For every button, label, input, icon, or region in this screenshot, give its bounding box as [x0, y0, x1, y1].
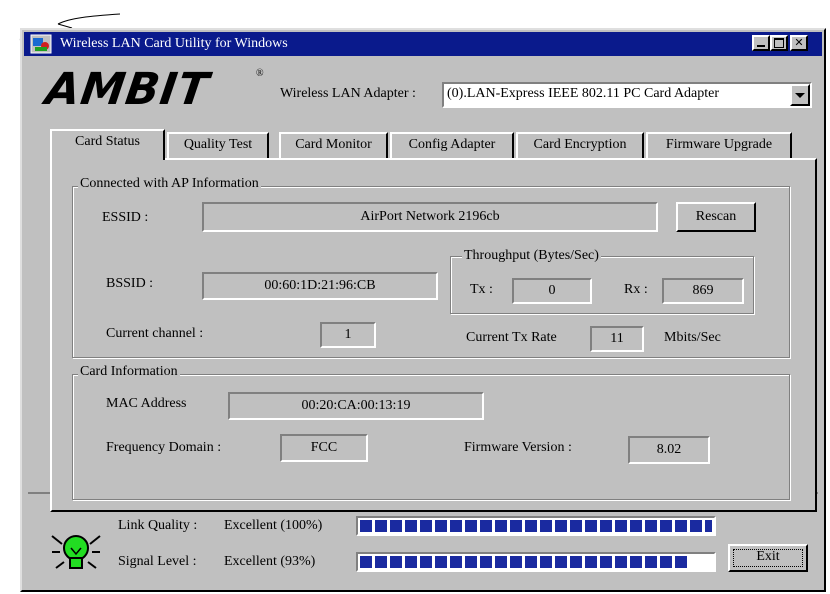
tab-quality-test[interactable]: Quality Test [167, 132, 269, 158]
tab-label: Firmware Upgrade [665, 137, 773, 152]
tx-rate-unit: Mbits/Sec [664, 330, 721, 345]
channel-value: 1 [320, 322, 376, 348]
tx-value: 0 [512, 278, 592, 304]
rescan-button[interactable]: Rescan [676, 202, 756, 232]
adapter-label: Wireless LAN Adapter : [280, 86, 416, 101]
link-quality-bar [356, 516, 716, 536]
bssid-value: 00:60:1D:21:96:CB [202, 272, 438, 300]
essid-value: AirPort Network 2196cb [202, 202, 658, 232]
main-window: Wireless LAN Card Utility for Windows ✕ … [20, 28, 826, 592]
ambit-logo: AMBIT [42, 64, 212, 115]
tab-card-encryption[interactable]: Card Encryption [516, 132, 644, 158]
mac-label: MAC Address [106, 396, 187, 411]
minimize-icon [757, 45, 765, 47]
rx-value: 869 [662, 278, 744, 304]
link-bulb-icon [50, 530, 102, 574]
card-status-panel: Connected with AP Information ESSID : Ai… [50, 158, 817, 512]
exit-button[interactable]: Exit [728, 544, 808, 572]
tab-label: Card Encryption [533, 137, 627, 152]
freq-label: Frequency Domain : [106, 440, 222, 455]
app-icon[interactable] [30, 34, 52, 54]
ap-info-title: Connected with AP Information [78, 176, 261, 192]
bssid-label: BSSID : [106, 276, 154, 291]
tx-rate-label: Current Tx Rate [466, 330, 557, 345]
adapter-select[interactable]: (0).LAN-Express IEEE 802.11 PC Card Adap… [442, 82, 812, 108]
link-quality-value: Excellent (100%) [224, 518, 323, 533]
link-quality-fill [360, 520, 712, 532]
mac-value: 00:20:CA:00:13:19 [228, 392, 484, 420]
tab-label: Quality Test [183, 137, 253, 152]
channel-label: Current channel : [106, 326, 204, 341]
close-button[interactable]: ✕ [790, 35, 808, 51]
tab-card-status[interactable]: Card Status [50, 129, 165, 160]
window-title: Wireless LAN Card Utility for Windows [60, 36, 288, 51]
title-bar[interactable]: Wireless LAN Card Utility for Windows ✕ [24, 32, 822, 56]
firmware-value: 8.02 [628, 436, 710, 464]
freq-value: FCC [280, 434, 368, 462]
tx-rate-value: 11 [590, 326, 644, 352]
tab-label: Card Status [75, 134, 140, 149]
essid-label: ESSID : [102, 210, 149, 225]
link-quality-label: Link Quality : [118, 518, 198, 533]
registered-mark: ® [256, 68, 264, 79]
close-icon: ✕ [794, 36, 804, 49]
logo-text: AMBIT [42, 64, 213, 115]
rescan-label: Rescan [695, 209, 737, 224]
signal-level-label: Signal Level : [118, 554, 197, 569]
tab-label: Card Monitor [295, 137, 372, 152]
rx-label: Rx : [624, 282, 648, 297]
tab-label: Config Adapter [408, 137, 496, 152]
adapter-dropdown-button[interactable] [790, 84, 810, 106]
exit-label: Exit [756, 549, 780, 564]
signal-level-value: Excellent (93%) [224, 554, 316, 569]
signal-level-fill [360, 556, 688, 568]
tx-label: Tx : [470, 282, 493, 297]
maximize-icon [774, 38, 784, 48]
signal-level-bar [356, 552, 716, 572]
tab-firmware-upgrade[interactable]: Firmware Upgrade [646, 132, 792, 158]
maximize-button[interactable] [770, 35, 788, 51]
firmware-label: Firmware Version : [464, 440, 572, 455]
card-info-title: Card Information [78, 364, 180, 380]
minimize-button[interactable] [752, 35, 770, 51]
throughput-title: Throughput (Bytes/Sec) [462, 248, 601, 264]
tab-config-adapter[interactable]: Config Adapter [390, 132, 514, 158]
chevron-down-icon [795, 93, 805, 98]
tab-card-monitor[interactable]: Card Monitor [279, 132, 388, 158]
adapter-select-value: (0).LAN-Express IEEE 802.11 PC Card Adap… [447, 86, 720, 101]
